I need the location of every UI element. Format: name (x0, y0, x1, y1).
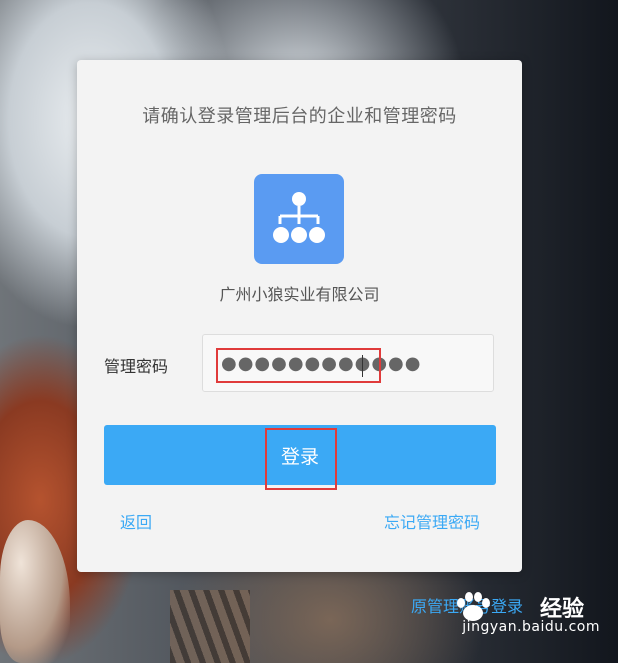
organization-chart-icon (254, 174, 344, 264)
baidu-jingyan-watermark: 经验 jingyan.baidu.com (444, 589, 604, 641)
organization-name: 广州小狼实业有限公司 (219, 285, 380, 304)
card-title: 请确认登录管理后台的企业和管理密码 (142, 106, 457, 127)
forgot-password-link[interactable]: 忘记管理密码 (384, 509, 480, 533)
text-caret (362, 355, 363, 377)
password-label: 管理密码 (104, 357, 169, 376)
login-button[interactable]: 登录 (104, 425, 496, 485)
background-chair (170, 590, 250, 663)
back-link[interactable]: 返回 (120, 509, 152, 533)
password-field[interactable] (202, 334, 494, 392)
login-card: 请确认登录管理后台的企业和管理密码 广州小狼实业有限公司 管理密码 登录 返回 … (77, 60, 522, 572)
watermark-url: jingyan.baidu.com (462, 619, 600, 635)
